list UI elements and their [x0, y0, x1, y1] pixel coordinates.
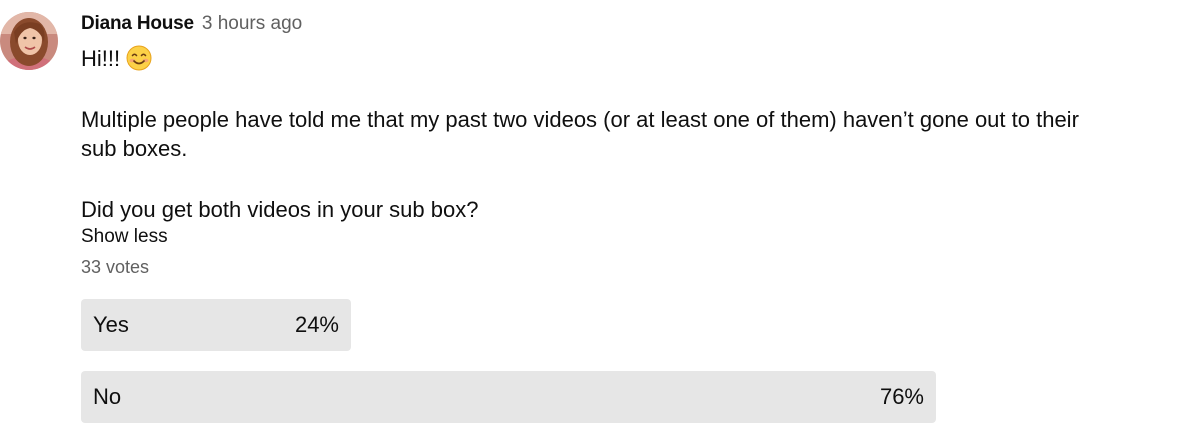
poll-option-percent: 24% — [294, 312, 339, 337]
author-name[interactable]: Diana House — [81, 13, 194, 34]
post-timestamp[interactable]: 3 hours ago — [202, 13, 302, 34]
community-post: Diana House 3 hours ago Hi!!! Multiple pe… — [0, 0, 1200, 438]
post-paragraph-line-1: Multiple people have told me that my pas… — [81, 107, 1079, 132]
poll-option-percent: 76% — [879, 384, 924, 409]
post-greeting-line: Hi!!! — [81, 44, 152, 73]
poll-question: Did you get both videos in your sub box? — [81, 197, 479, 222]
poll-option-bar — [81, 371, 936, 423]
avatar[interactable] — [0, 12, 58, 70]
smiling-face-icon — [126, 45, 152, 71]
post-header: Diana House 3 hours ago — [81, 11, 302, 37]
post-greeting: Hi!!! — [81, 46, 121, 71]
poll-option-yes[interactable]: Yes 24% — [81, 299, 937, 351]
vote-count: 33 votes — [81, 257, 150, 277]
poll-option-label: Yes — [93, 312, 129, 337]
post-paragraph-line-2: sub boxes. — [81, 136, 188, 161]
avatar-image — [0, 12, 58, 70]
poll-option-no[interactable]: No 76% — [81, 371, 937, 423]
show-less-button[interactable]: Show less — [81, 225, 168, 249]
poll-option-label: No — [93, 384, 122, 409]
